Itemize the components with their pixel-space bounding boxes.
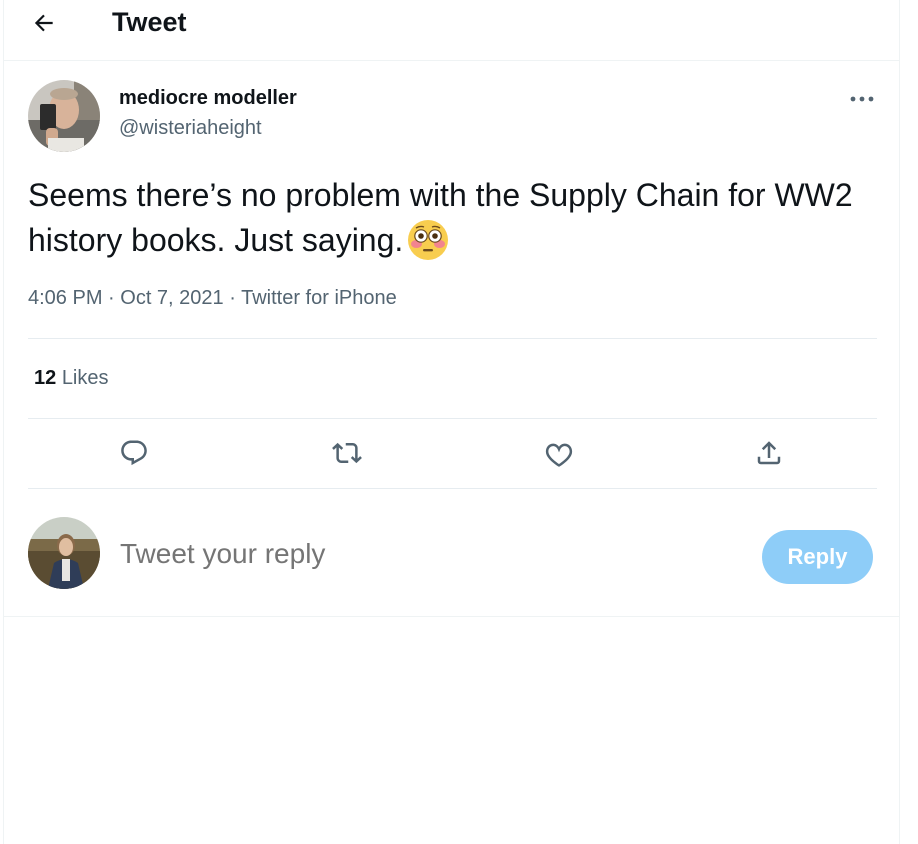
author-avatar[interactable]	[28, 80, 100, 152]
page-title: Tweet	[112, 7, 187, 37]
page-header: Tweet	[4, 0, 899, 61]
tweet-source[interactable]: Twitter for iPhone	[241, 287, 397, 309]
author-handle[interactable]: @wisteriaheight	[119, 116, 262, 140]
more-options-button[interactable]	[844, 84, 880, 114]
meta-separator: ·	[223, 287, 242, 309]
tweet-text: Seems there’s no problem with the Supply…	[28, 173, 868, 263]
share-button[interactable]	[749, 433, 789, 473]
back-button[interactable]	[26, 5, 62, 41]
like-button[interactable]	[539, 433, 579, 473]
arrow-left-icon	[34, 14, 53, 32]
divider	[28, 418, 877, 419]
author-avatar-image	[28, 80, 100, 152]
reply-input[interactable]	[120, 532, 720, 576]
user-avatar-image	[28, 517, 100, 589]
likes-count: 12	[34, 367, 57, 389]
like-icon	[545, 443, 573, 467]
divider	[28, 488, 877, 489]
flushed-face-emoji	[408, 220, 449, 260]
section-divider	[4, 616, 899, 617]
tweet-meta: 4:06 PM · Oct 7, 2021 · Twitter for iPho…	[28, 285, 397, 311]
retweet-icon	[332, 442, 362, 464]
author-name[interactable]: mediocre modeller	[119, 86, 297, 110]
retweet-button[interactable]	[327, 433, 367, 473]
meta-separator: ·	[102, 287, 121, 309]
user-avatar[interactable]	[28, 517, 100, 589]
likes-count-link[interactable]: 12 Likes	[34, 365, 109, 391]
likes-label: Likes	[61, 367, 109, 389]
tweet-timestamp[interactable]: 4:06 PM · Oct 7, 2021	[28, 287, 224, 309]
tweet-time: 4:06 PM	[28, 287, 103, 309]
tweet-date: Oct 7, 2021	[120, 287, 224, 309]
reply-button[interactable]	[114, 433, 154, 473]
reply-submit-button[interactable]: Reply	[762, 530, 873, 584]
reply-icon	[121, 440, 147, 466]
more-dots-icon	[850, 96, 874, 102]
share-icon	[757, 441, 781, 465]
divider	[28, 338, 877, 339]
tweet-detail-column: Tweet mediocre modeller @wisteriaheight …	[3, 0, 900, 844]
